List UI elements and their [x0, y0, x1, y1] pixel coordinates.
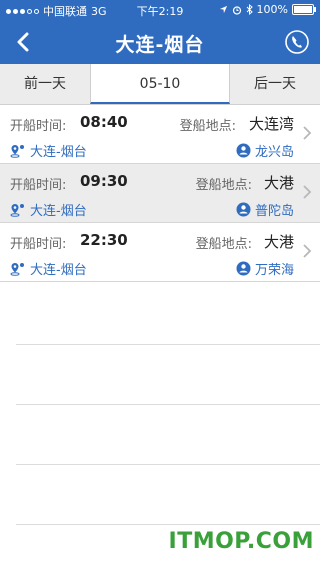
phone-call-icon[interactable] [282, 27, 312, 57]
route: 大连-烟台 [10, 259, 87, 278]
chevron-right-icon [303, 244, 312, 258]
battery-icon [292, 4, 316, 15]
route-pin-icon [10, 144, 24, 158]
page-title: 大连-烟台 [115, 34, 205, 56]
route-text: 大连-烟台 [30, 204, 87, 219]
divider [16, 464, 320, 524]
alarm-icon [232, 5, 241, 15]
next-day-button[interactable]: 后一天 [230, 64, 320, 104]
ship: 普陀岛 [236, 200, 294, 219]
departure-time-label: 开船时间: [10, 237, 67, 252]
status-bar: 中国联通 3G 下午2:19 100% [0, 0, 320, 20]
schedule-row[interactable]: 开船时间: 09:30 登船地点: 大港 大连-烟台 普陀岛 [0, 164, 320, 223]
watermark-logo: ITMOP.COM [168, 529, 314, 554]
route-text: 大连-烟台 [30, 263, 87, 278]
ship: 万荣海 [236, 259, 294, 278]
route-pin-icon [10, 262, 24, 276]
boarding-port: 大连湾 [248, 115, 294, 133]
schedule-row[interactable]: 开船时间: 08:40 登船地点: 大连湾 大连-烟台 龙兴岛 [0, 105, 320, 164]
boarding-port-label: 登船地点: [195, 178, 252, 193]
current-date[interactable]: 05-10 [90, 64, 230, 104]
ship-name: 龙兴岛 [254, 145, 294, 160]
bluetooth-icon [246, 4, 253, 15]
route-pin-icon [10, 203, 24, 217]
ship-icon [236, 143, 251, 158]
chevron-right-icon [303, 185, 312, 199]
chevron-right-icon [303, 126, 312, 140]
boarding-port: 大港 [263, 174, 294, 192]
boarding-port-label: 登船地点: [179, 119, 236, 134]
route-text: 大连-烟台 [30, 145, 87, 160]
departure-time-label: 开船时间: [10, 178, 67, 193]
divider [16, 404, 320, 464]
departure-time-label: 开船时间: [10, 119, 67, 134]
divider [16, 344, 320, 404]
previous-day-button[interactable]: 前一天 [0, 64, 90, 104]
ship-icon [236, 261, 251, 276]
departure-time: 22:30 [80, 231, 128, 249]
boarding-port-label: 登船地点: [195, 237, 252, 252]
boarding-port: 大港 [263, 233, 294, 251]
battery-percentage: 100% [256, 3, 288, 16]
ship-name: 万荣海 [254, 263, 294, 278]
navigation-bar: 大连-烟台 [0, 20, 320, 64]
schedule-row[interactable]: 开船时间: 22:30 登船地点: 大港 大连-烟台 万荣海 [0, 223, 320, 282]
route: 大连-烟台 [10, 141, 87, 160]
ship-name: 普陀岛 [254, 204, 294, 219]
departure-time: 08:40 [80, 113, 128, 131]
ship-icon [236, 202, 251, 217]
schedule-list: 开船时间: 08:40 登船地点: 大连湾 大连-烟台 龙兴岛 开船时间: 09… [0, 105, 320, 282]
location-arrow-icon [219, 5, 227, 14]
route: 大连-烟台 [10, 200, 87, 219]
date-selector: 前一天 05-10 后一天 [0, 64, 320, 105]
departure-time: 09:30 [80, 172, 128, 190]
status-right: 100% [219, 3, 316, 16]
ship: 龙兴岛 [236, 141, 294, 160]
